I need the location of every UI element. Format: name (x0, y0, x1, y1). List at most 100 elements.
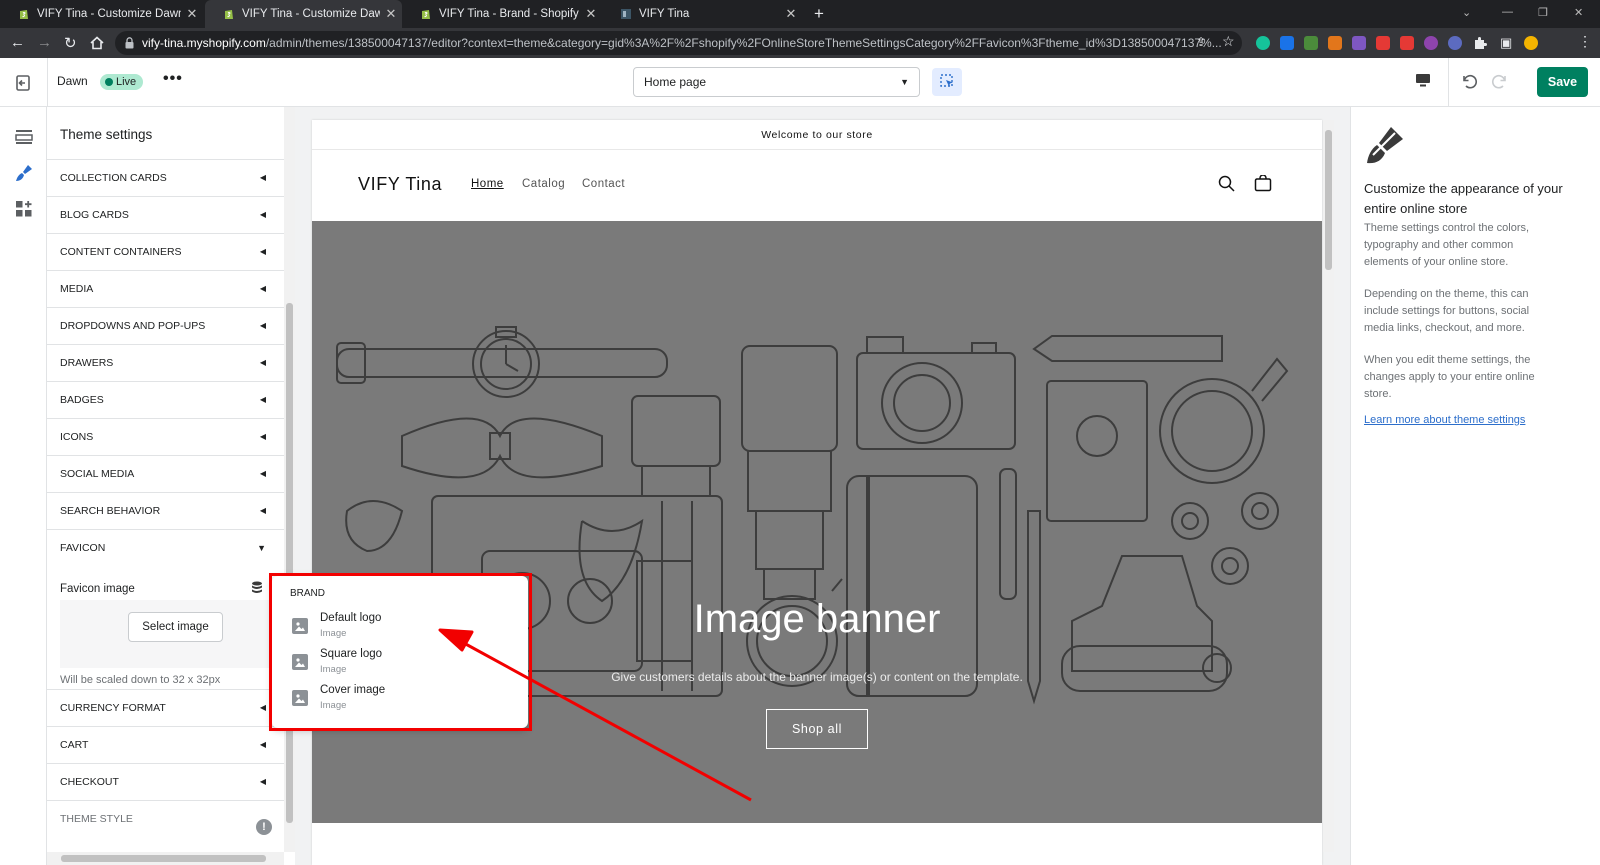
nav-home[interactable]: Home (471, 178, 504, 190)
url-path: /admin/themes/138500047137/editor?contex… (265, 36, 1222, 50)
favicon-image-picker: Select image (60, 600, 278, 668)
panel-horizontal-scrollbar[interactable] (47, 852, 284, 865)
side-panel-icon[interactable]: ▣ (1500, 35, 1512, 51)
divider (1448, 58, 1449, 107)
accordion-label: SOCIAL MEDIA (60, 468, 135, 480)
shop-all-button[interactable]: Shop all (766, 709, 868, 749)
extension-icon[interactable] (1400, 36, 1414, 50)
accordion-collection-cards[interactable]: COLLECTION CARDS ◀ (47, 159, 284, 196)
close-icon[interactable]: ✕ (380, 6, 402, 22)
chevron-left-icon: ◀ (259, 703, 266, 712)
save-button[interactable]: Save (1537, 67, 1588, 97)
browser-tab[interactable]: VIFY Tina ✕ (602, 0, 802, 28)
search-icon[interactable] (1218, 175, 1235, 192)
home-icon[interactable] (90, 36, 104, 50)
extension-icon[interactable] (1376, 36, 1390, 50)
accordion-label: CONTENT CONTAINERS (60, 246, 182, 258)
close-icon[interactable]: ✕ (780, 6, 802, 22)
chevron-left-icon: ◀ (259, 284, 266, 293)
extension-icon[interactable] (1448, 36, 1462, 50)
nav-contact[interactable]: Contact (582, 178, 625, 190)
bookmark-star-icon[interactable]: ☆ (1222, 33, 1235, 50)
forward-icon[interactable]: → (37, 34, 52, 51)
window-close-button[interactable]: ✕ (1574, 6, 1583, 19)
chrome-menu-icon[interactable]: ⋮ (1578, 33, 1592, 50)
accordion-currency-format[interactable]: CURRENCY FORMAT ◀ (47, 689, 284, 726)
browser-tab-active[interactable]: VIFY Tina - Customize Dawn - Sho ✕ (205, 0, 402, 28)
image-icon (292, 654, 308, 670)
page-select[interactable]: Home page ▼ (633, 67, 920, 97)
profile-avatar[interactable] (1524, 36, 1538, 50)
inspect-icon[interactable] (932, 68, 962, 96)
accordion-drawers[interactable]: DRAWERS ◀ (47, 344, 284, 381)
tab-search-icon[interactable]: ⌄ (1462, 6, 1471, 19)
desktop-icon[interactable] (1415, 72, 1431, 88)
popover-title: BRAND (290, 588, 326, 599)
scrollbar-thumb[interactable] (1325, 130, 1332, 270)
grammarly-extension-icon[interactable] (1256, 36, 1270, 50)
accordion-checkout[interactable]: CHECKOUT ◀ (47, 763, 284, 800)
chevron-down-icon: ▼ (900, 77, 909, 87)
scrollbar-thumb[interactable] (286, 303, 293, 823)
preview-scrollbar[interactable] (1323, 120, 1334, 852)
sections-icon[interactable] (14, 127, 34, 147)
accordion-blog-cards[interactable]: BLOG CARDS ◀ (47, 196, 284, 233)
favicon-image-label: Favicon image (60, 583, 135, 595)
accordion-favicon[interactable]: FAVICON ▼ (47, 529, 284, 566)
popover-item-name: Square logo (320, 648, 383, 660)
accordion-theme-style[interactable]: THEME STYLE (47, 800, 284, 837)
accordion-badges[interactable]: BADGES ◀ (47, 381, 284, 418)
accordion-label: FAVICON (60, 542, 106, 554)
accordion-cart[interactable]: CART ◀ (47, 726, 284, 763)
editor-sidebar-rail (0, 107, 47, 865)
chevron-left-icon: ◀ (259, 506, 266, 515)
store-logo[interactable]: VIFY Tina (358, 174, 442, 195)
accordion-icons[interactable]: ICONS ◀ (47, 418, 284, 455)
popover-item-type: Image (320, 700, 347, 711)
panel-scrollbar[interactable] (284, 107, 295, 852)
database-icon[interactable] (251, 581, 263, 594)
extension-icon[interactable] (1304, 36, 1318, 50)
scrollbar-thumb[interactable] (61, 855, 266, 862)
accordion-media[interactable]: MEDIA ◀ (47, 270, 284, 307)
accordion-content-containers[interactable]: CONTENT CONTAINERS ◀ (47, 233, 284, 270)
accordion-dropdowns[interactable]: DROPDOWNS AND POP-UPS ◀ (47, 307, 284, 344)
theme-settings-icon[interactable] (14, 163, 34, 183)
extension-icon[interactable] (1280, 36, 1294, 50)
accordion-label: MEDIA (60, 283, 94, 295)
nav-catalog[interactable]: Catalog (522, 178, 565, 190)
chevron-down-icon: ▼ (257, 543, 266, 553)
accordion-label: CART (60, 739, 89, 751)
close-icon[interactable]: ✕ (580, 6, 602, 22)
cart-icon[interactable] (1254, 175, 1272, 192)
minimize-button[interactable]: — (1502, 6, 1513, 18)
browser-tab[interactable]: VIFY Tina - Brand - Shopify ✕ (402, 0, 602, 28)
redo-icon[interactable] (1491, 72, 1509, 90)
share-icon[interactable]: ⇪ (1196, 35, 1206, 49)
exit-icon[interactable] (14, 74, 32, 92)
learn-more-link[interactable]: Learn more about theme settings (1364, 414, 1525, 426)
address-bar[interactable]: vify-tina.myshopify.com/admin/themes/138… (115, 31, 1242, 55)
extension-icon[interactable] (1424, 36, 1438, 50)
undo-icon[interactable] (1460, 72, 1478, 90)
accordion-social-media[interactable]: SOCIAL MEDIA ◀ (47, 455, 284, 492)
browser-tab[interactable]: VIFY Tina - Customize Dawn - Sho ✕ (0, 0, 203, 28)
store-header: VIFY Tina Home Catalog Contact (312, 150, 1322, 220)
image-banner[interactable]: Image banner Give customers details abou… (312, 221, 1322, 823)
select-image-button[interactable]: Select image (128, 612, 223, 642)
extension-icon[interactable] (1352, 36, 1366, 50)
accordion-search-behavior[interactable]: SEARCH BEHAVIOR ◀ (47, 492, 284, 529)
popover-item-cover-image[interactable]: Cover image Image (292, 684, 512, 716)
back-icon[interactable]: ← (10, 34, 25, 51)
restore-button[interactable]: ❐ (1538, 6, 1548, 19)
more-icon[interactable]: ••• (163, 70, 183, 88)
puzzle-extensions-icon[interactable] (1473, 36, 1487, 50)
close-icon[interactable]: ✕ (181, 6, 203, 22)
accordion-label: SEARCH BEHAVIOR (60, 505, 161, 517)
metamask-extension-icon[interactable] (1328, 36, 1342, 50)
reload-icon[interactable]: ↻ (64, 34, 77, 52)
apps-icon[interactable] (14, 199, 34, 219)
popover-item-default-logo[interactable]: Default logo Image (292, 612, 512, 644)
popover-item-square-logo[interactable]: Square logo Image (292, 648, 512, 680)
new-tab-button[interactable]: + (814, 4, 824, 24)
